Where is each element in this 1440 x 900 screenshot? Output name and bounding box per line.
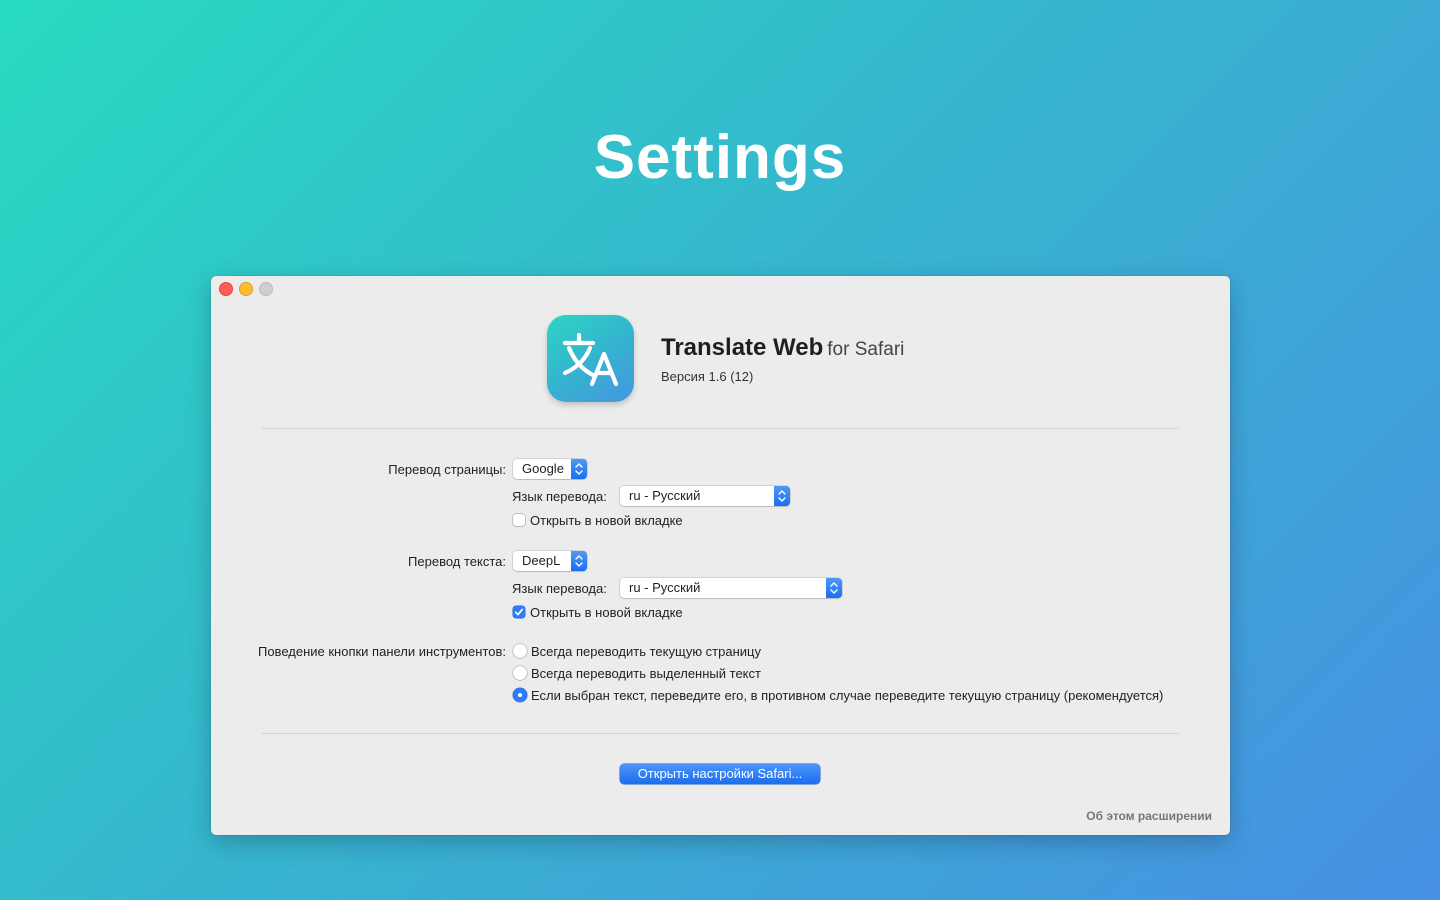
page-translation-new-tab-checkbox[interactable] <box>513 514 525 526</box>
footer-divider <box>262 733 1179 734</box>
close-window-button[interactable] <box>219 282 233 296</box>
zoom-window-button[interactable] <box>259 282 273 296</box>
chevron-updown-icon <box>774 486 790 506</box>
toolbar-option-translate-page-label: Всегда переводить текущую страницу <box>531 644 761 659</box>
minimize-window-button[interactable] <box>239 282 253 296</box>
app-icon <box>547 315 634 402</box>
toolbar-option-translate-selection-radio[interactable] <box>513 666 527 680</box>
page-translation-new-tab-label: Открыть в новой вкладке <box>530 513 683 528</box>
open-safari-settings-button[interactable]: Открыть настройки Safari... <box>620 764 820 784</box>
app-name: Translate Web for Safari <box>661 334 905 361</box>
page-title: Settings <box>593 123 847 192</box>
text-translation-service-value: DeepL <box>522 553 561 568</box>
page-translation-label: Перевод страницы: <box>388 462 506 477</box>
chevron-updown-icon <box>571 459 587 479</box>
toolbar-option-translate-selection-label: Всегда переводить выделенный текст <box>531 666 761 681</box>
about-extension-link[interactable]: Об этом расширении <box>1086 809 1212 823</box>
app-subtitle: for Safari <box>827 339 905 360</box>
toolbar-option-smart-radio[interactable] <box>513 688 527 702</box>
toolbar-option-translate-page-radio[interactable] <box>513 644 527 658</box>
toolbar-behavior-label: Поведение кнопки панели инструментов: <box>257 644 506 659</box>
page-translation-service-value: Google <box>522 461 564 476</box>
text-translation-new-tab-checkbox[interactable] <box>513 606 525 618</box>
chevron-updown-icon <box>571 551 587 571</box>
text-translation-service-popup[interactable]: DeepL <box>513 551 587 571</box>
page-translation-language-label: Язык перевода: <box>512 489 607 504</box>
translate-glyph-icon <box>562 332 619 387</box>
page-translation-language-value: ru - Русский <box>629 488 701 503</box>
page-translation-language-popup[interactable]: ru - Русский <box>620 486 790 506</box>
checkmark-icon <box>514 608 524 616</box>
text-translation-label: Перевод текста: <box>408 554 506 569</box>
settings-window: Translate Web for Safari Версия 1.6 (12) … <box>211 276 1230 835</box>
page-translation-service-popup[interactable]: Google <box>513 459 587 479</box>
app-version: Версия 1.6 (12) <box>661 369 754 384</box>
header-divider <box>262 428 1179 429</box>
toolbar-option-smart-label: Если выбран текст, переведите его, в про… <box>531 688 1164 703</box>
text-translation-language-label: Язык перевода: <box>512 581 607 596</box>
chevron-updown-icon <box>826 578 842 598</box>
text-translation-language-popup[interactable]: ru - Русский <box>620 578 842 598</box>
text-translation-language-value: ru - Русский <box>629 580 701 595</box>
text-translation-new-tab-label: Открыть в новой вкладке <box>530 605 683 620</box>
